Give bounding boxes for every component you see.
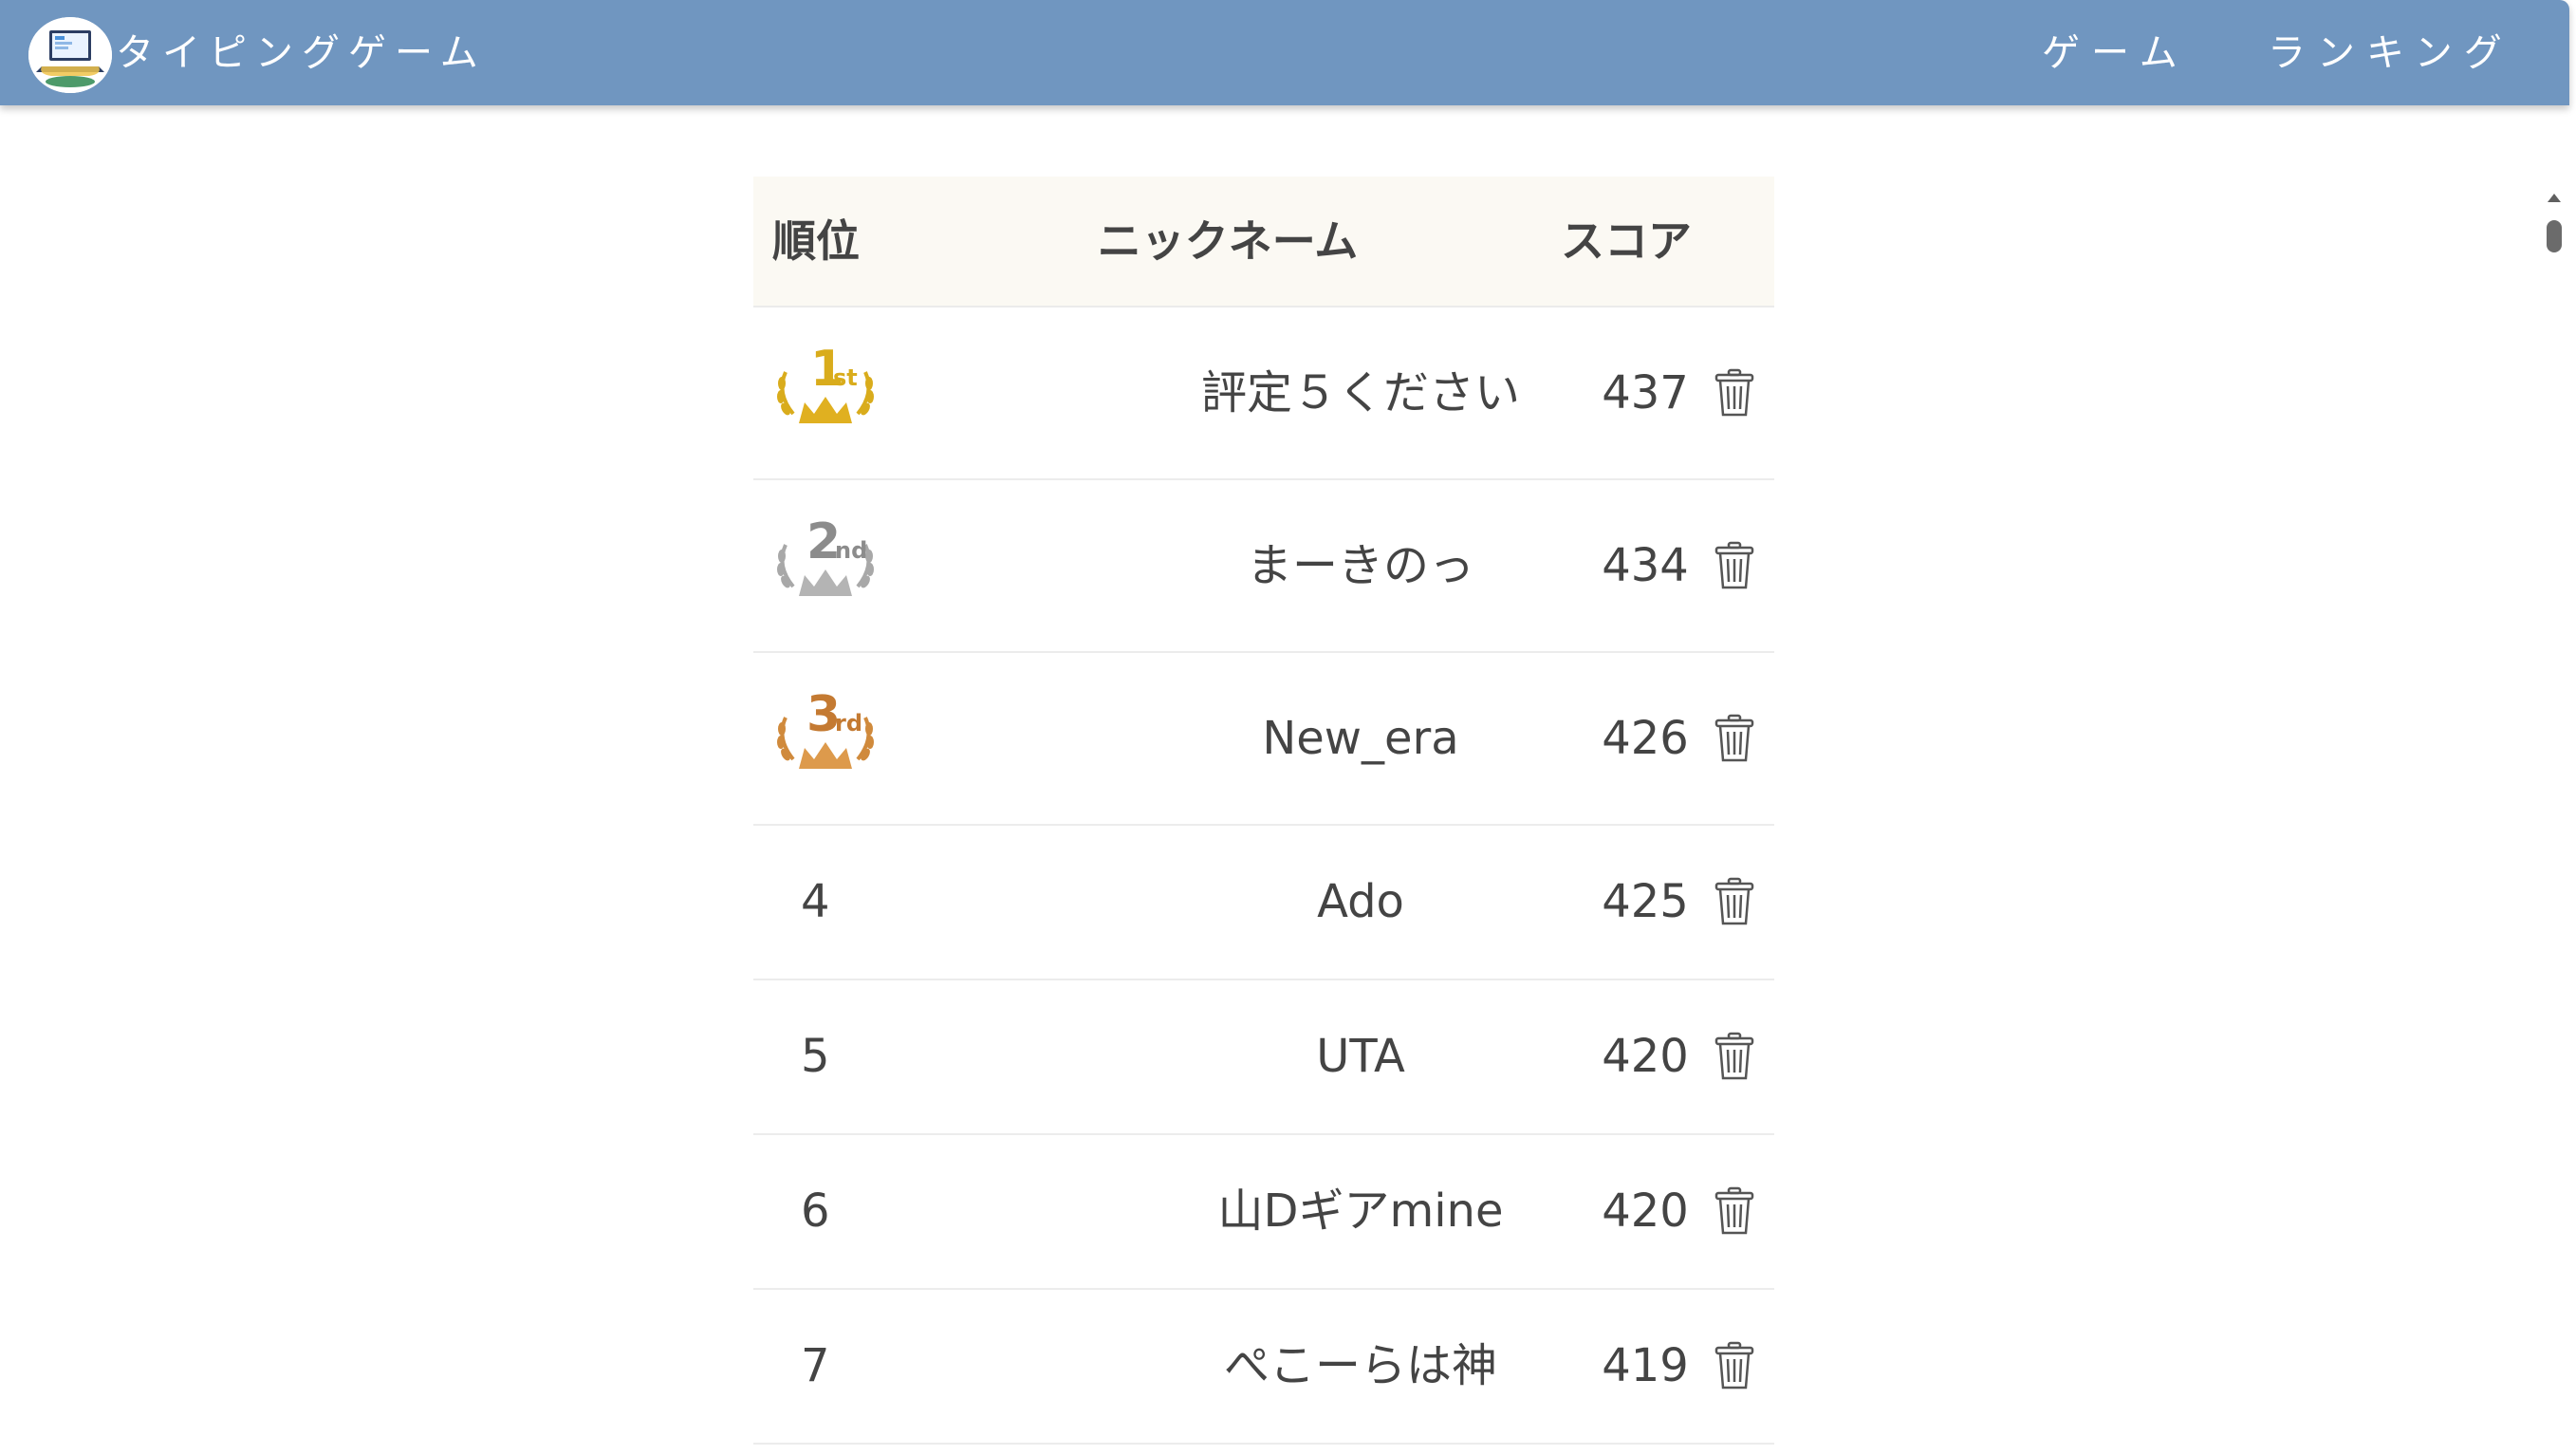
scrollbar-thumb[interactable] <box>2547 220 2562 252</box>
app-viewport: タイピングゲーム ゲーム ランキング 順位 ニックネーム スコア 1 st 評定… <box>0 0 2576 1455</box>
table-row: 7 ぺこーらは神 419 <box>753 1290 1774 1445</box>
nickname-cell: Ado <box>1317 875 1404 928</box>
rank-cell: 7 <box>801 1339 830 1392</box>
svg-text:rd: rd <box>835 710 862 737</box>
gold-medal-1st-icon: 1 st <box>777 341 874 423</box>
table-row: 5 UTA 420 <box>753 980 1774 1135</box>
svg-text:nd: nd <box>835 537 867 564</box>
trash-icon[interactable] <box>1714 1341 1755 1390</box>
nickname-cell: 評定５ください <box>1200 366 1520 420</box>
score-cell: 420 <box>1602 1185 1689 1238</box>
table-header: 順位 ニックネーム スコア <box>753 177 1774 308</box>
app-logo[interactable] <box>28 17 112 93</box>
bronze-medal-3rd-icon: 3 rd <box>777 686 874 769</box>
score-cell: 419 <box>1602 1339 1689 1392</box>
table-row: 6 山Dギアmine 420 <box>753 1135 1774 1290</box>
score-cell: 420 <box>1602 1030 1689 1083</box>
table-row: 2 nd まーきのっ 434 <box>753 480 1774 653</box>
table-row: 3 rd New_era 426 <box>753 653 1774 826</box>
table-row: 4 Ado 425 <box>753 826 1774 980</box>
app-title: タイピングゲーム <box>116 31 487 75</box>
ranking-table: 順位 ニックネーム スコア 1 st 評定５ください 437 2 nd まーきの… <box>753 177 1774 1445</box>
trash-icon[interactable] <box>1714 1032 1755 1081</box>
scroll-up-arrow-icon[interactable] <box>2548 194 2561 202</box>
trash-icon[interactable] <box>1714 541 1755 590</box>
rank-cell: 4 <box>801 875 830 928</box>
nickname-cell: New_era <box>1262 712 1459 765</box>
trash-icon[interactable] <box>1714 877 1755 926</box>
trash-icon[interactable] <box>1714 1186 1755 1236</box>
silver-medal-2nd-icon: 2 nd <box>777 513 874 596</box>
table-row: 1 st 評定５ください 437 <box>753 308 1774 480</box>
svg-text:st: st <box>833 364 858 391</box>
nickname-cell: UTA <box>1316 1030 1405 1083</box>
score-cell: 434 <box>1602 539 1689 592</box>
score-cell: 437 <box>1602 366 1689 420</box>
trash-icon[interactable] <box>1714 368 1755 418</box>
nav-link-ranking[interactable]: ランキング <box>2268 28 2513 78</box>
score-cell: 426 <box>1602 712 1689 765</box>
score-cell: 425 <box>1602 875 1689 928</box>
nickname-cell: ぺこーらは神 <box>1223 1339 1497 1392</box>
rank-cell: 6 <box>801 1185 830 1238</box>
column-header-nickname: ニックネーム <box>1097 215 1359 267</box>
vertical-scrollbar[interactable] <box>2539 180 2569 1455</box>
column-header-rank: 順位 <box>772 215 860 267</box>
trash-icon[interactable] <box>1714 714 1755 763</box>
laptop-icon <box>28 17 112 93</box>
nickname-cell: 山Dギアmine <box>1217 1185 1504 1238</box>
nav-link-game[interactable]: ゲーム <box>2042 28 2189 78</box>
nickname-cell: まーきのっ <box>1246 539 1474 592</box>
column-header-score: スコア <box>1561 215 1692 267</box>
rank-cell: 5 <box>801 1030 830 1083</box>
top-navbar: タイピングゲーム ゲーム ランキング <box>0 0 2569 105</box>
